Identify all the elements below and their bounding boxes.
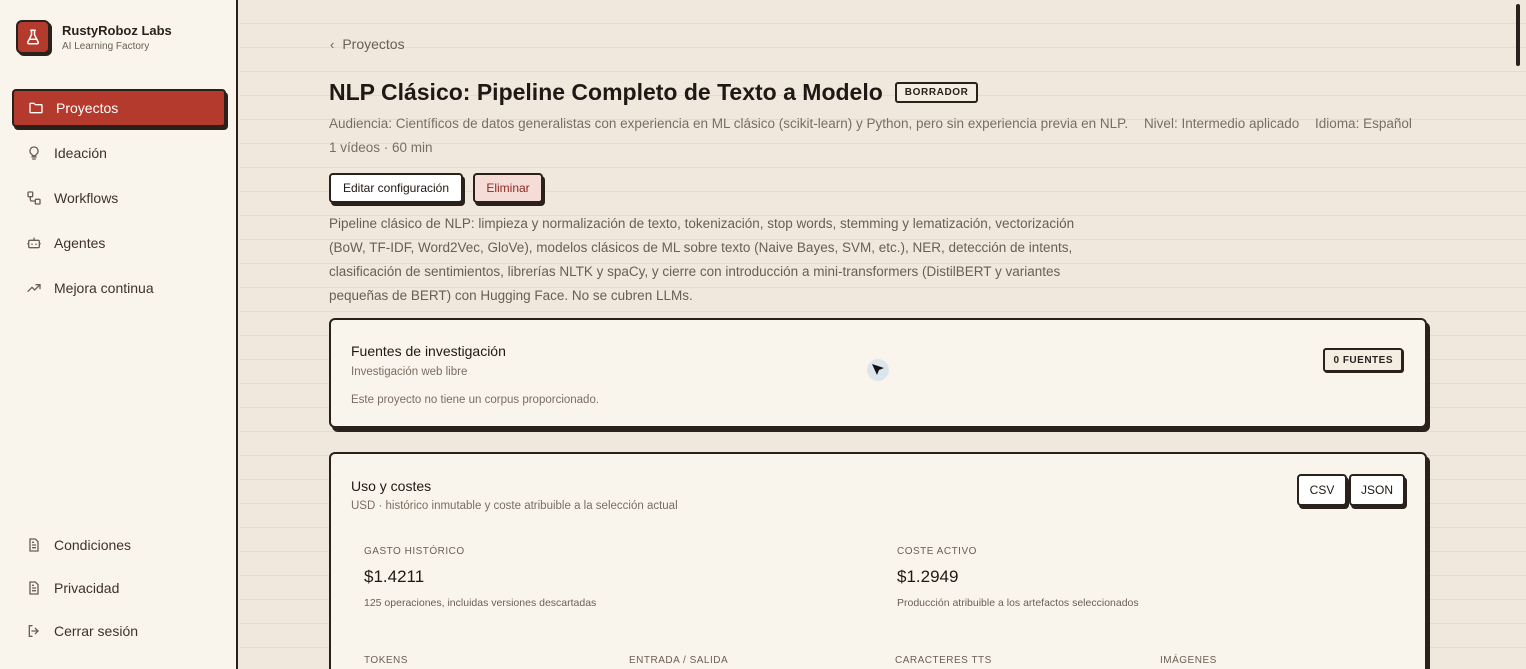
historic-cost-value: $1.4211 <box>364 567 425 586</box>
active-cost-label: COSTE ACTIVO <box>897 546 977 557</box>
io-label: ENTRADA / SALIDA <box>629 655 729 666</box>
tts-label: CARACTERES TTS <box>895 655 992 666</box>
costs-title: Uso y costes <box>351 478 432 494</box>
breadcrumb-link[interactable]: Proyectos <box>342 36 404 52</box>
scrollbar[interactable] <box>1516 4 1520 66</box>
sources-note: Este proyecto no tiene un corpus proporc… <box>351 394 600 406</box>
sidebar-item-label: Cerrar sesión <box>54 623 139 639</box>
sidebar-item-label: Proyectos <box>56 100 119 116</box>
project-meta: Audiencia: Científicos de datos generali… <box>329 116 1424 131</box>
sidebar-item-workflows[interactable]: Workflows <box>12 179 226 217</box>
sidebar-item-proyectos[interactable]: Proyectos <box>12 89 226 127</box>
costs-subtitle: USD · histórico inmutable y coste atribu… <box>351 500 678 512</box>
mouse-cursor-icon <box>866 358 890 382</box>
sources-count-badge: 0 FUENTES <box>1323 348 1403 372</box>
sidebar-item-label: Condiciones <box>54 537 132 553</box>
sidebar-item-label: Privacidad <box>54 580 120 596</box>
edit-config-button[interactable]: Editar configuración <box>329 173 463 203</box>
language-text: Idioma: Español <box>1315 116 1412 131</box>
breadcrumb[interactable]: ‹ Proyectos <box>330 36 405 52</box>
flask-icon <box>16 20 50 54</box>
delete-button[interactable]: Eliminar <box>473 173 543 203</box>
logout-icon <box>26 623 42 639</box>
brand-subtitle: AI Learning Factory <box>62 40 150 52</box>
sidebar-item-label: Mejora continua <box>54 280 154 296</box>
level-text: Nivel: Intermedio aplicado <box>1143 116 1300 131</box>
page-title: NLP Clásico: Pipeline Completo de Texto … <box>329 79 883 105</box>
project-summary: 1 vídeos · 60 min <box>329 140 433 155</box>
document-icon <box>26 580 42 596</box>
folder-icon <box>28 100 44 116</box>
document-icon <box>26 537 42 553</box>
sidebar: RustyRoboz Labs AI Learning Factory Proy… <box>0 0 238 669</box>
export-json-button[interactable]: JSON <box>1349 474 1405 506</box>
sources-title: Fuentes de investigación <box>351 343 506 359</box>
workflow-icon <box>26 190 42 206</box>
sidebar-item-ideacion[interactable]: Ideación <box>12 134 226 172</box>
sidebar-item-label: Agentes <box>54 235 106 251</box>
sidebar-item-agentes[interactable]: Agentes <box>12 224 226 262</box>
costs-card: Uso y costes USD · histórico inmutable y… <box>329 452 1427 669</box>
project-description: Pipeline clásico de NLP: limpieza y norm… <box>329 216 1075 303</box>
brand[interactable]: RustyRoboz Labs AI Learning Factory <box>16 20 172 54</box>
sources-subtitle: Investigación web libre <box>351 366 468 378</box>
sidebar-item-label: Ideación <box>54 145 107 161</box>
sidebar-item-mejora-continua[interactable]: Mejora continua <box>12 269 226 307</box>
logout-button[interactable]: Cerrar sesión <box>12 612 226 650</box>
active-cost-note: Producción atribuible a los artefactos s… <box>897 597 1139 609</box>
historic-cost-label: GASTO HISTÓRICO <box>364 546 465 557</box>
lightbulb-icon <box>26 145 42 161</box>
main-content: ‹ Proyectos NLP Clásico: Pipeline Comple… <box>240 0 1526 669</box>
active-cost-value: $1.2949 <box>897 567 959 586</box>
bot-icon <box>26 235 42 251</box>
export-csv-button[interactable]: CSV <box>1297 474 1347 506</box>
brand-name: RustyRoboz Labs <box>62 22 172 38</box>
tokens-label: TOKENS <box>364 655 408 666</box>
audience-text: Audiencia: Científicos de datos generali… <box>329 116 1129 131</box>
historic-cost-note: 125 operaciones, incluidas versiones des… <box>364 597 597 609</box>
sidebar-item-label: Workflows <box>54 190 119 206</box>
sidebar-item-condiciones[interactable]: Condiciones <box>12 526 226 564</box>
trending-up-icon <box>26 280 42 296</box>
status-badge: BORRADOR <box>894 82 979 103</box>
images-label: IMÁGENES <box>1160 655 1217 666</box>
chevron-left-icon: ‹ <box>330 36 335 52</box>
sidebar-item-privacidad[interactable]: Privacidad <box>12 569 226 607</box>
